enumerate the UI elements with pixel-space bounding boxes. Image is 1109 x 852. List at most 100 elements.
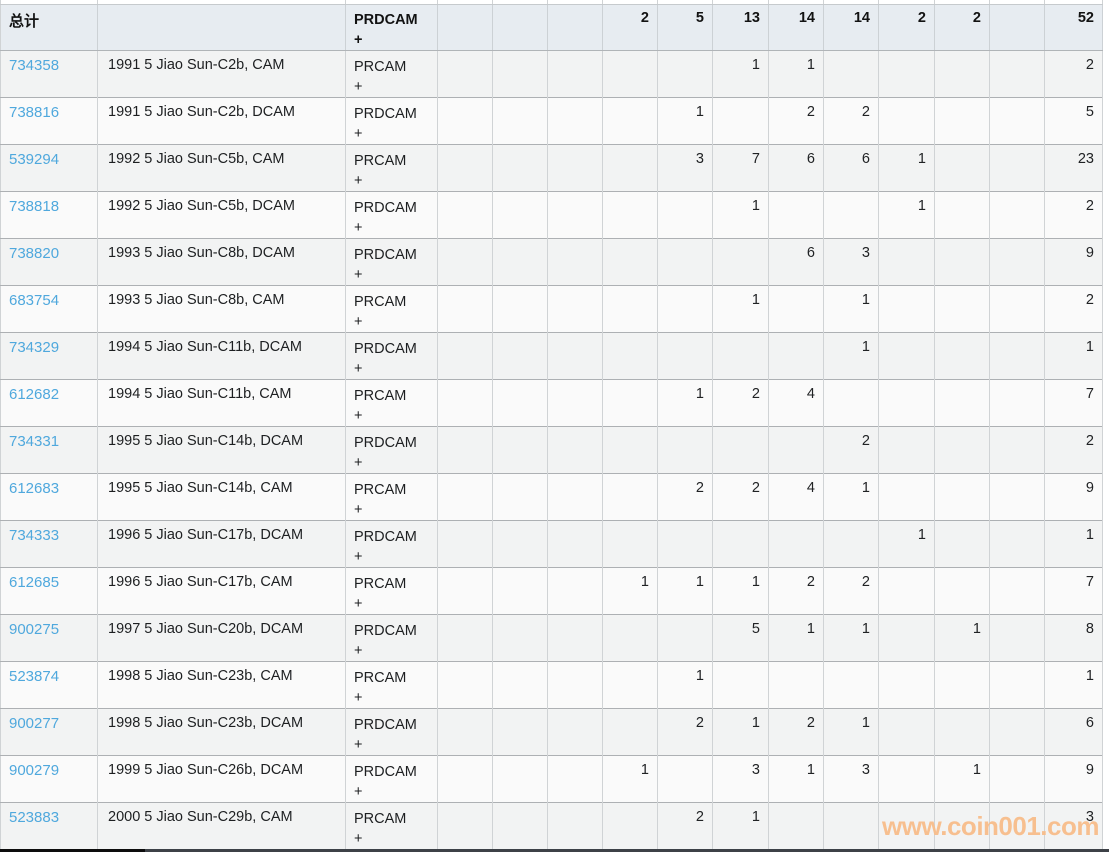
count-cell: 1 <box>602 755 658 802</box>
count-cell <box>437 473 493 520</box>
count-cell <box>437 755 493 802</box>
item-id-cell: 523883 <box>0 802 98 849</box>
item-id-cell: 539294 <box>0 144 98 191</box>
count-header-cell: 2 <box>878 4 935 51</box>
count-cell <box>492 50 548 97</box>
count-cell: 2 <box>657 473 713 520</box>
item-id-link[interactable]: 612685 <box>9 574 59 591</box>
count-cell <box>989 661 1045 708</box>
table-body: 734358 1991 5 Jiao Sun-C2b, CAM PRCAM + … <box>0 50 1103 852</box>
count-cell: 1 <box>878 191 935 238</box>
item-id-link[interactable]: 734333 <box>9 527 59 544</box>
item-grade-cell: PRCAM + <box>345 473 438 520</box>
item-id-link[interactable]: 734358 <box>9 57 59 74</box>
item-description: 1993 5 Jiao Sun-C8b, DCAM <box>97 238 346 285</box>
item-description: 1997 5 Jiao Sun-C20b, DCAM <box>97 614 346 661</box>
item-grade-cell: PRDCAM + <box>345 755 438 802</box>
item-grade-plus: + <box>354 501 363 518</box>
count-cell <box>492 191 548 238</box>
count-cell <box>602 802 658 849</box>
item-grade-label: PRCAM <box>354 387 407 404</box>
item-id-link[interactable]: 523874 <box>9 668 59 685</box>
count-cell: 1 <box>657 661 713 708</box>
count-cell <box>712 520 769 567</box>
count-header-cell: 5 <box>657 4 713 51</box>
item-id-link[interactable]: 738818 <box>9 198 59 215</box>
item-grade-label: PRDCAM <box>354 434 417 451</box>
item-id-link[interactable]: 523883 <box>9 809 59 826</box>
count-cell <box>823 520 879 567</box>
count-cell: 2 <box>823 426 879 473</box>
item-id-link[interactable]: 900275 <box>9 621 59 638</box>
item-id-link[interactable]: 738820 <box>9 245 59 262</box>
row-total-cell: 9 <box>1044 755 1103 802</box>
count-cell <box>602 379 658 426</box>
item-id-link[interactable]: 900277 <box>9 715 59 732</box>
item-description: 1999 5 Jiao Sun-C26b, DCAM <box>97 755 346 802</box>
item-grade-plus: + <box>354 266 363 283</box>
item-grade-label: PRCAM <box>354 810 407 827</box>
count-header-cell <box>492 4 548 51</box>
count-cell <box>657 332 713 379</box>
count-cell <box>878 567 935 614</box>
item-id-link[interactable]: 738816 <box>9 104 59 121</box>
count-cell <box>989 191 1045 238</box>
item-id-cell: 900277 <box>0 708 98 755</box>
item-id-link[interactable]: 683754 <box>9 292 59 309</box>
count-cell <box>657 285 713 332</box>
item-id-link[interactable]: 612682 <box>9 386 59 403</box>
item-grade-plus: + <box>354 548 363 565</box>
row-total-cell: 2 <box>1044 191 1103 238</box>
table-row: 734333 1996 5 Jiao Sun-C17b, DCAM PRDCAM… <box>0 520 1103 567</box>
item-id-cell: 523874 <box>0 661 98 708</box>
count-cell <box>768 285 824 332</box>
table-row: 900275 1997 5 Jiao Sun-C20b, DCAM PRDCAM… <box>0 614 1103 661</box>
count-cell <box>492 614 548 661</box>
count-cell: 1 <box>823 473 879 520</box>
item-grade-plus: + <box>354 642 363 659</box>
item-id-link[interactable]: 612683 <box>9 480 59 497</box>
count-cell: 2 <box>823 567 879 614</box>
count-cell: 2 <box>768 97 824 144</box>
item-id-cell: 612685 <box>0 567 98 614</box>
count-cell <box>437 144 493 191</box>
count-cell: 1 <box>712 708 769 755</box>
count-cell <box>547 332 603 379</box>
count-cell <box>768 520 824 567</box>
item-description: 1995 5 Jiao Sun-C14b, CAM <box>97 473 346 520</box>
item-id-cell: 734358 <box>0 50 98 97</box>
count-cell <box>437 614 493 661</box>
item-grade-cell: PRDCAM + <box>345 426 438 473</box>
count-cell <box>602 144 658 191</box>
item-id-link[interactable]: 900279 <box>9 762 59 779</box>
count-cell <box>989 97 1045 144</box>
item-grade-cell: PRDCAM + <box>345 520 438 567</box>
count-cell <box>934 285 990 332</box>
item-description: 1991 5 Jiao Sun-C2b, DCAM <box>97 97 346 144</box>
count-cell <box>712 97 769 144</box>
row-total-cell: 1 <box>1044 332 1103 379</box>
item-id-link[interactable]: 734329 <box>9 339 59 356</box>
table-row: 900279 1999 5 Jiao Sun-C26b, DCAM PRDCAM… <box>0 755 1103 802</box>
count-cell <box>547 97 603 144</box>
count-cell <box>657 50 713 97</box>
count-cell: 1 <box>657 567 713 614</box>
item-id-link[interactable]: 539294 <box>9 151 59 168</box>
table-row: 900277 1998 5 Jiao Sun-C23b, DCAM PRDCAM… <box>0 708 1103 755</box>
count-header-cell: 2 <box>934 4 990 51</box>
count-cell <box>547 238 603 285</box>
grade-header-cell: PRDCAM + <box>345 4 438 51</box>
item-id-cell: 734331 <box>0 426 98 473</box>
item-grade-label: PRDCAM <box>354 716 417 733</box>
count-cell: 1 <box>712 191 769 238</box>
item-grade-plus: + <box>354 689 363 706</box>
count-cell <box>989 50 1045 97</box>
item-grade-label: PRDCAM <box>354 622 417 639</box>
table-row: 738816 1991 5 Jiao Sun-C2b, DCAM PRDCAM … <box>0 97 1103 144</box>
row-total-cell: 1 <box>1044 520 1103 567</box>
item-grade-plus: + <box>354 313 363 330</box>
count-cell <box>934 191 990 238</box>
count-cell <box>602 520 658 567</box>
item-id-link[interactable]: 734331 <box>9 433 59 450</box>
item-grade-label: PRDCAM <box>354 528 417 545</box>
